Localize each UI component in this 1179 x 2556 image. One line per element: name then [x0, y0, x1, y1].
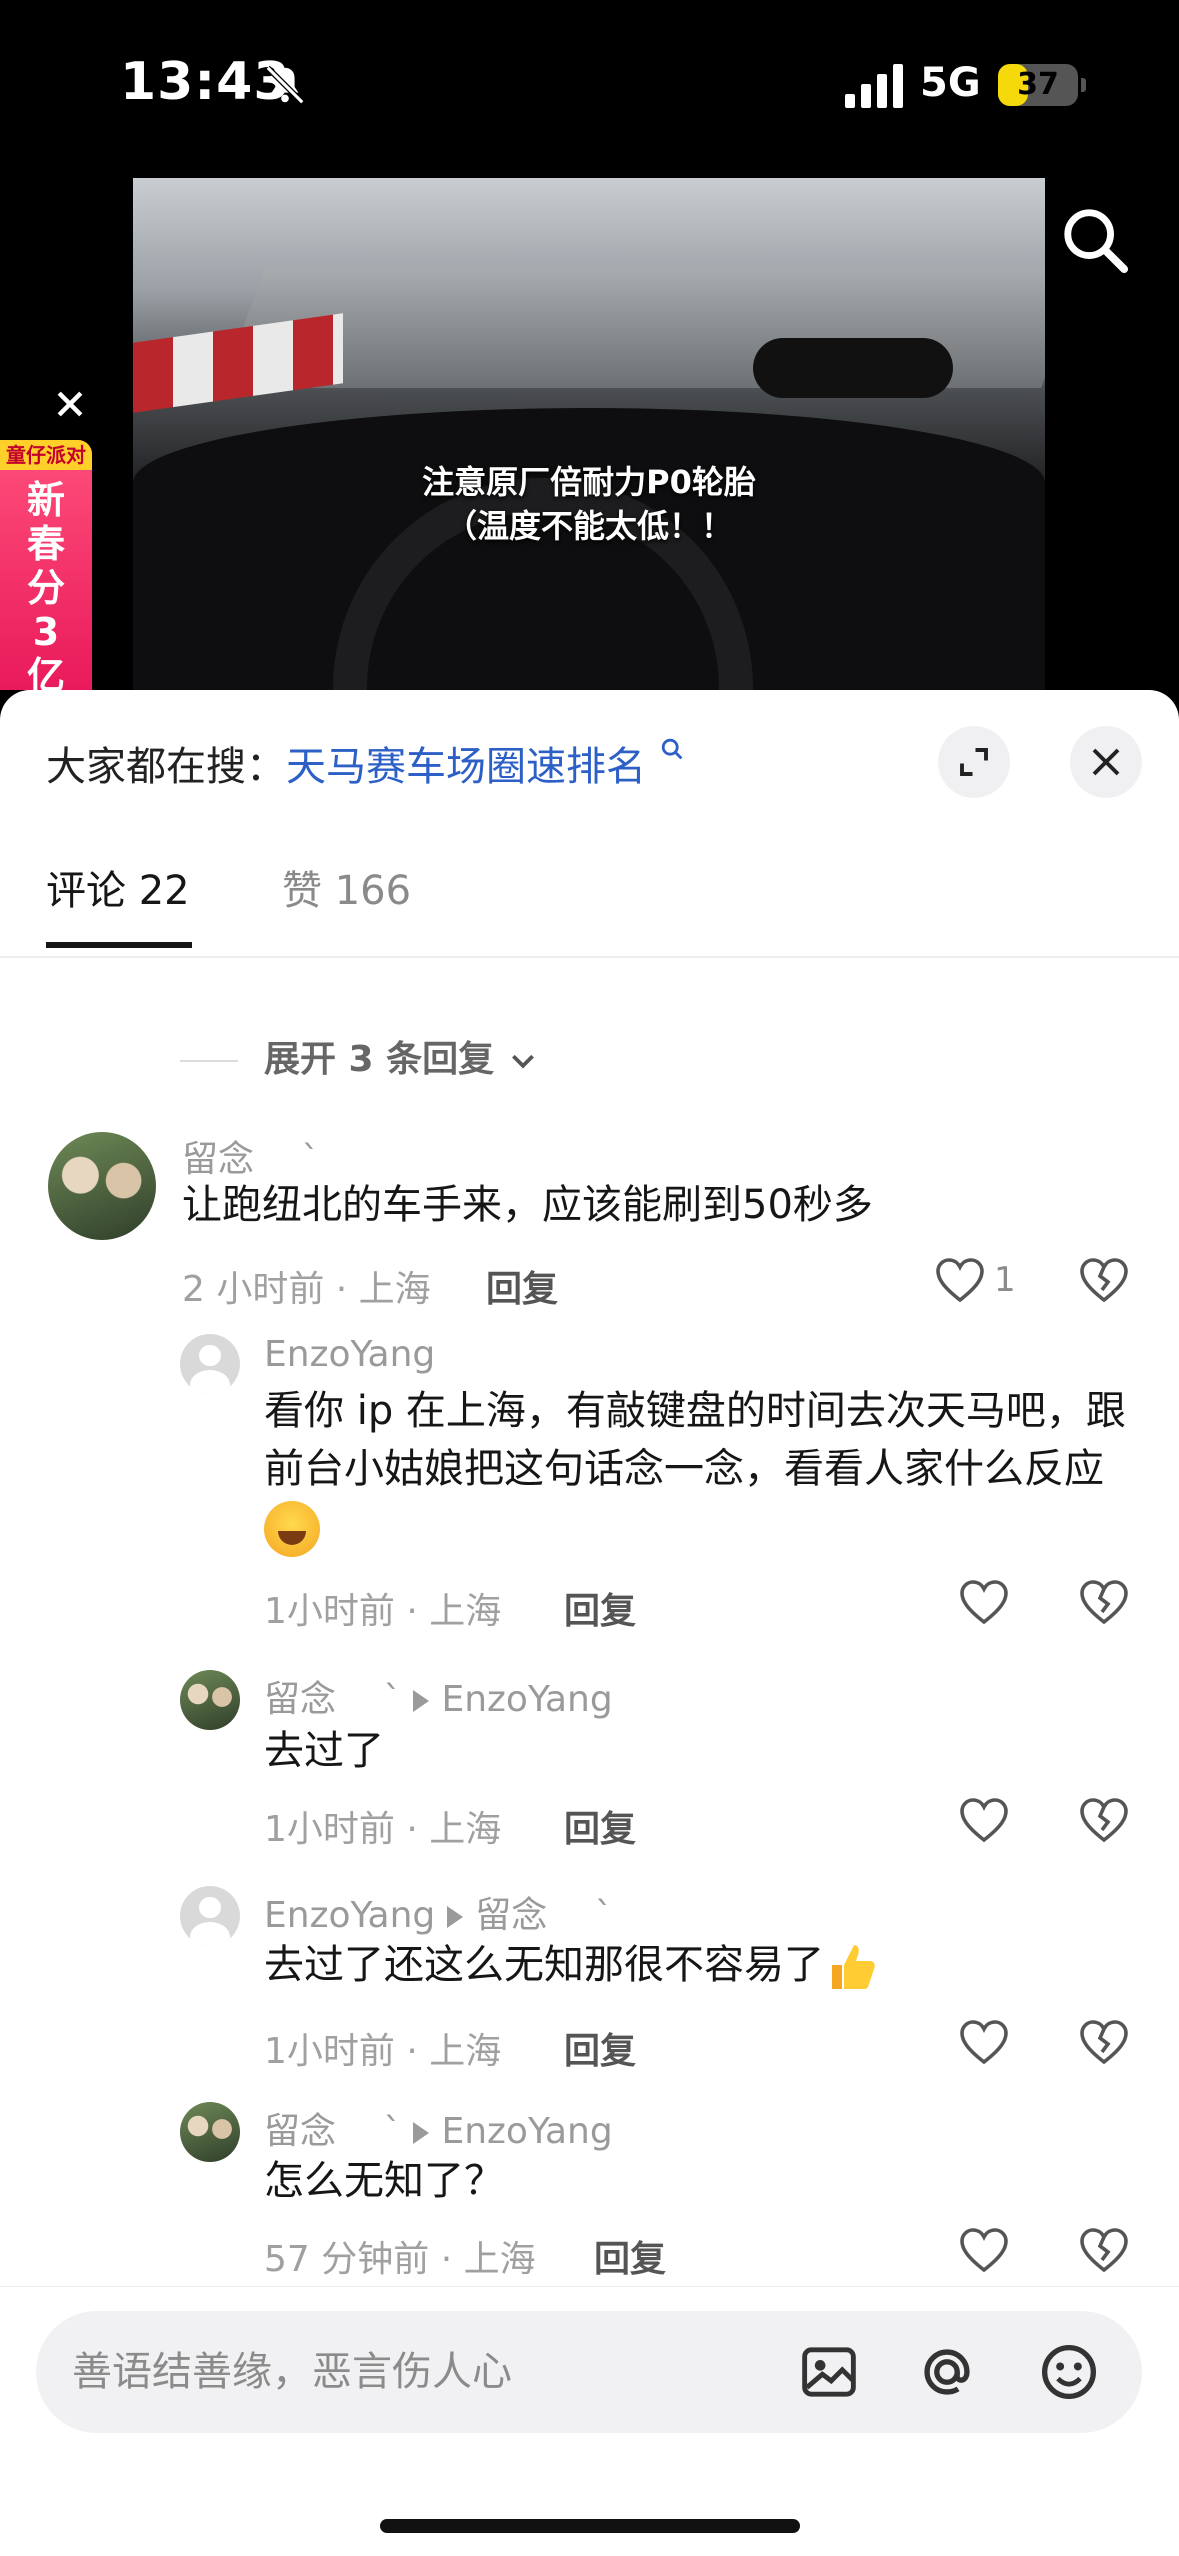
thumbs-up-emoji-icon: [832, 1945, 875, 1989]
tab-likes[interactable]: 赞 166: [282, 858, 411, 916]
comment-meta: 1小时前 · 上海: [264, 2031, 502, 2072]
avatar[interactable]: [180, 2102, 240, 2162]
reply-button[interactable]: 回复: [594, 2230, 666, 2282]
heart-icon[interactable]: [934, 1256, 986, 1304]
tab-bar: 评论 22 赞 166: [0, 840, 1179, 958]
status-bar: 13:43 5G 37: [0, 0, 1179, 170]
avatar[interactable]: [180, 1334, 240, 1394]
battery-level: 37: [1017, 67, 1059, 102]
comments-sheet: 大家都在搜：天马赛车场圈速排名 评论 22 赞 166 展开 3 条回复 留念 …: [0, 690, 1179, 2556]
expand-button[interactable]: [938, 726, 1010, 798]
heart-icon[interactable]: [958, 2226, 1010, 2274]
comment-input-bar: [0, 2286, 1179, 2556]
comment-text: 让跑纽北的车手来，应该能刷到50秒多: [182, 1182, 873, 1228]
comment-author[interactable]: 留念 ˋ: [264, 2111, 401, 2152]
broken-heart-icon[interactable]: [1078, 1256, 1130, 1304]
tab-active-underline: [46, 942, 192, 948]
broken-heart-icon[interactable]: [1078, 1578, 1130, 1626]
video-caption: 注意原厂倍耐力P0轮胎 （温度不能太低！！: [133, 460, 1045, 548]
comment-author[interactable]: 留念 ˋ: [264, 1679, 401, 1720]
sweat-smile-emoji-icon: [264, 1501, 320, 1557]
close-icon: [1092, 748, 1120, 776]
avatar[interactable]: [180, 1670, 240, 1730]
video-caption-line2: （温度不能太低！！: [444, 507, 733, 545]
like-count: 1: [994, 1260, 1016, 1300]
comment-author[interactable]: 留念 ˋ: [182, 1130, 319, 1182]
comment-text: 去过了: [264, 1728, 384, 1774]
reply-button[interactable]: 回复: [486, 1260, 558, 1312]
comment-author-line: 留念 ˋ EnzoYang: [264, 2102, 613, 2154]
promo-close-icon[interactable]: [52, 386, 88, 422]
comment-text: 去过了还这么无知那很不容易了: [264, 1936, 1144, 1995]
network-type: 5G: [920, 60, 981, 106]
comment-author-line: 留念 ˋ EnzoYang: [264, 1670, 613, 1722]
video-curb-scene: [133, 313, 343, 413]
image-icon[interactable]: [798, 2341, 860, 2403]
at-icon[interactable]: [916, 2341, 978, 2403]
comment-text: 怎么无知了？: [264, 2158, 504, 2204]
comment-meta: 1小时前 · 上海: [264, 1809, 502, 1850]
heart-icon[interactable]: [958, 2018, 1010, 2066]
comment-meta: 1小时前 · 上海: [264, 1591, 502, 1632]
expand-divider: [180, 1060, 238, 1062]
video-caption-line1: 注意原厂倍耐力P0轮胎: [422, 463, 756, 501]
comment-text-body: 去过了还这么无知那很不容易了: [264, 1942, 824, 1988]
reply-to-author[interactable]: 留念 ˋ: [475, 1895, 612, 1936]
broken-heart-icon[interactable]: [1078, 2226, 1130, 2274]
comment-input-box[interactable]: [36, 2311, 1142, 2433]
comment-author[interactable]: EnzoYang: [264, 1334, 435, 1375]
search-icon[interactable]: [1060, 205, 1130, 275]
reply-to-author[interactable]: EnzoYang: [441, 2111, 612, 2152]
heart-icon[interactable]: [958, 1578, 1010, 1626]
promo-banner[interactable]: 童仔派对 新春分3亿: [0, 440, 92, 690]
comment-text-body: 看你 ip 在上海，有敲键盘的时间去次天马吧，跟前台小姑娘把这句话念一念，看看人…: [264, 1388, 1126, 1492]
promo-text: 新春分3亿: [26, 478, 65, 690]
comment-author-line: EnzoYang 留念 ˋ: [264, 1886, 613, 1938]
comment-text: 看你 ip 在上海，有敲键盘的时间去次天马吧，跟前台小姑娘把这句话念一念，看看人…: [264, 1382, 1144, 1557]
battery-icon: 37: [998, 64, 1086, 106]
trending-search-prefix: 大家都在搜：: [46, 744, 286, 790]
close-button[interactable]: [1070, 726, 1142, 798]
expand-replies-label: 展开 3 条回复: [264, 1039, 495, 1080]
signal-icon: [845, 64, 903, 108]
video-player[interactable]: 注意原厂倍耐力P0轮胎 （温度不能太低！！: [133, 178, 1045, 690]
mini-search-icon: [661, 738, 683, 760]
reply-arrow-icon: [413, 2122, 430, 2144]
reply-arrow-icon: [447, 1906, 464, 1928]
battery-cap: [1081, 78, 1086, 92]
heart-icon[interactable]: [958, 1796, 1010, 1844]
chevron-down-icon: [511, 1054, 534, 1069]
avatar[interactable]: [48, 1132, 156, 1240]
emoji-icon[interactable]: [1038, 2341, 1100, 2403]
avatar[interactable]: [180, 1886, 240, 1946]
reply-to-author[interactable]: EnzoYang: [441, 1679, 612, 1720]
video-mirror-scene: [753, 338, 953, 398]
promo-tag: 童仔派对: [0, 440, 92, 470]
comment-author[interactable]: EnzoYang: [264, 1895, 435, 1936]
comment-input[interactable]: [72, 2337, 772, 2407]
reply-button[interactable]: 回复: [564, 1800, 636, 1852]
reply-button[interactable]: 回复: [564, 2022, 636, 2074]
trending-search-keyword[interactable]: 天马赛车场圈速排名: [286, 744, 646, 790]
tab-comments[interactable]: 评论 22: [46, 858, 190, 916]
reply-button[interactable]: 回复: [564, 1582, 636, 1634]
expand-replies-button[interactable]: 展开 3 条回复: [180, 1030, 539, 1082]
broken-heart-icon[interactable]: [1078, 2018, 1130, 2066]
reply-arrow-icon: [413, 1690, 430, 1712]
comment-meta: 57 分钟前 · 上海: [264, 2239, 536, 2280]
comment-meta: 2 小时前 · 上海: [182, 1269, 431, 1310]
home-indicator[interactable]: [380, 2519, 800, 2533]
expand-icon: [960, 748, 988, 776]
bell-muted-icon: [265, 65, 305, 105]
broken-heart-icon[interactable]: [1078, 1796, 1130, 1844]
trending-search[interactable]: 大家都在搜：天马赛车场圈速排名: [46, 734, 687, 792]
